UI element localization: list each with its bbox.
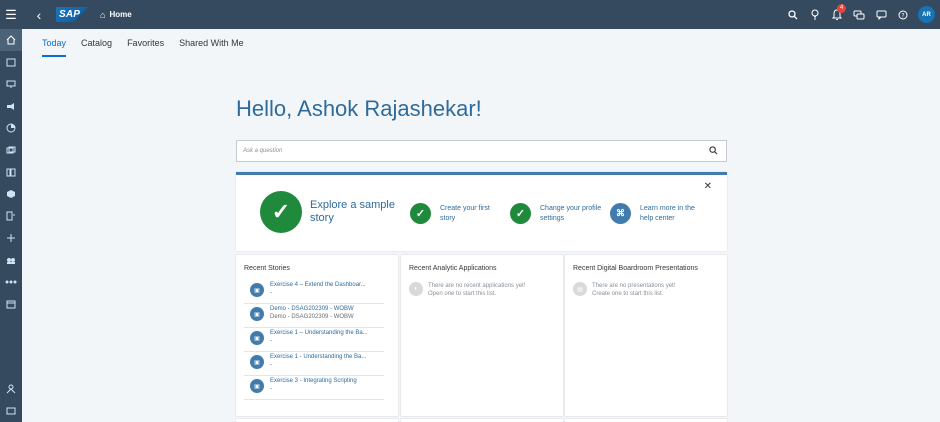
nav-connections-icon[interactable] — [0, 227, 22, 249]
nav-announce-icon[interactable] — [0, 95, 22, 117]
nav-display-icon[interactable] — [0, 400, 22, 422]
card-title: Recent Stories — [244, 265, 290, 272]
nav-user-icon[interactable] — [0, 378, 22, 400]
list-item[interactable]: ▣ Exercise 1 - Understanding the Ba... - — [244, 353, 384, 376]
close-icon[interactable]: ✕ — [704, 181, 712, 192]
breadcrumb[interactable]: ⌂ Home — [100, 10, 132, 20]
help-center-icon: ⌘ — [610, 203, 631, 224]
check-icon: ✓ — [510, 203, 531, 224]
svg-text:?: ? — [901, 12, 904, 19]
list-item[interactable]: ▣ Exercise 4 – Extend the Dashboar... - — [244, 281, 384, 304]
list-item[interactable]: ▣ Demo - DSAG202309 - WOBW Demo - DSAG20… — [244, 305, 384, 328]
tab-catalog[interactable]: Catalog — [81, 38, 112, 57]
recent-applications-card: Recent Analytic Applications ◐ There are… — [401, 255, 563, 416]
story-description: - — [270, 362, 272, 368]
step-label: Learn more in the help center — [640, 204, 695, 222]
nav-security-icon[interactable] — [0, 249, 22, 271]
tab-bar: Today Catalog Favorites Shared With Me — [42, 38, 259, 57]
story-description: - — [270, 290, 272, 296]
story-description: Demo - DSAG202309 - WOBW — [270, 314, 354, 320]
nav-catalog-icon[interactable] — [0, 161, 22, 183]
onboarding-step[interactable]: ✓ Create your first story — [410, 203, 502, 224]
presentation-icon: ▤ — [573, 282, 587, 296]
explore-sample-story-link[interactable]: Explore a sample story — [310, 199, 402, 225]
feedback-icon[interactable] — [870, 0, 892, 29]
sap-logo[interactable]: SAP — [56, 7, 88, 22]
recent-stories-card: Recent Stories ▣ Exercise 4 – Extend the… — [236, 255, 398, 416]
step-label: Create your first story — [440, 204, 490, 222]
nav-home-icon[interactable] — [0, 29, 22, 51]
card-title: Recent Digital Boardroom Presentations — [573, 265, 698, 272]
help-icon[interactable]: ? — [892, 0, 914, 29]
story-icon: ▣ — [250, 379, 264, 393]
discussions-icon[interactable] — [848, 0, 870, 29]
story-name: Demo - DSAG202309 - WOBW — [270, 306, 354, 312]
tab-favorites[interactable]: Favorites — [127, 38, 164, 57]
empty-state: ▤ There are no presentations yet! Create… — [573, 282, 675, 298]
card-title: Recent Analytic Applications — [409, 265, 497, 272]
search-icon[interactable] — [709, 146, 718, 157]
story-description: - — [270, 338, 272, 344]
list-item[interactable]: ▣ Exercise 1 – Understanding the Ba... - — [244, 329, 384, 352]
menu-icon[interactable]: ☰ — [0, 0, 22, 29]
check-icon: ✓ — [410, 203, 431, 224]
nav-calendar-icon[interactable] — [0, 293, 22, 315]
story-name: Exercise 4 – Extend the Dashboar... — [270, 282, 366, 288]
recent-boardroom-card: Recent Digital Boardroom Presentations ▤… — [565, 255, 727, 416]
shell-bar: ☰ ‹ SAP ⌂ Home 4 ? AR — [0, 0, 940, 29]
story-icon: ▣ — [250, 331, 264, 345]
onboarding-step[interactable]: ✓ Change your profile settings — [510, 203, 602, 224]
step-label: Change your profile settings — [540, 204, 602, 222]
application-icon: ◐ — [409, 282, 423, 296]
story-icon: ▣ — [250, 307, 264, 321]
notifications-icon[interactable]: 4 — [826, 0, 848, 29]
story-icon: ▣ — [250, 355, 264, 369]
empty-message: There are no recent applications yet! — [428, 283, 526, 289]
empty-hint: Create one to start this list. — [592, 291, 664, 297]
empty-state: ◐ There are no recent applications yet! … — [409, 282, 525, 298]
back-icon[interactable]: ‹ — [30, 0, 48, 29]
story-icon: ▣ — [250, 283, 264, 297]
story-name: Exercise 1 - Understanding the Ba... — [270, 354, 367, 360]
empty-message: There are no presentations yet! — [592, 283, 676, 289]
nav-system-icon[interactable] — [0, 271, 22, 293]
logo-text: SAP — [59, 9, 81, 20]
search-input[interactable]: Ask a question — [236, 140, 727, 162]
onboarding-step[interactable]: ⌘ Learn more in the help center — [610, 203, 702, 224]
nav-datasets-icon[interactable] — [0, 205, 22, 227]
lightbulb-icon[interactable] — [804, 0, 826, 29]
story-name: Exercise 1 – Understanding the Ba... — [270, 330, 368, 336]
story-name: Exercise 3 - Integrating Scripting — [270, 378, 357, 384]
empty-hint: Open one to start this list. — [428, 291, 497, 297]
nav-applications-icon[interactable] — [0, 117, 22, 139]
nav-models-icon[interactable] — [0, 183, 22, 205]
onboarding-card: ✕ ✓ Explore a sample story ✓ Create your… — [236, 172, 727, 251]
tab-shared-with-me[interactable]: Shared With Me — [179, 38, 244, 57]
search-icon[interactable] — [782, 0, 804, 29]
list-item[interactable]: ▣ Exercise 3 - Integrating Scripting - — [244, 377, 384, 400]
side-navigation — [0, 29, 22, 422]
tab-today[interactable]: Today — [42, 38, 67, 57]
search-placeholder: Ask a question — [243, 148, 283, 154]
nav-boardroom-icon[interactable] — [0, 139, 22, 161]
home-icon: ⌂ — [100, 9, 106, 20]
story-description: - — [270, 386, 272, 392]
nav-files-icon[interactable] — [0, 51, 22, 73]
nav-stories-icon[interactable] — [0, 73, 22, 95]
avatar[interactable]: AR — [918, 6, 935, 23]
check-icon[interactable]: ✓ — [260, 191, 302, 233]
page-title: Hello, Ashok Rajashekar! — [236, 96, 482, 121]
breadcrumb-label: Home — [109, 10, 132, 19]
notification-badge: 4 — [837, 4, 846, 13]
